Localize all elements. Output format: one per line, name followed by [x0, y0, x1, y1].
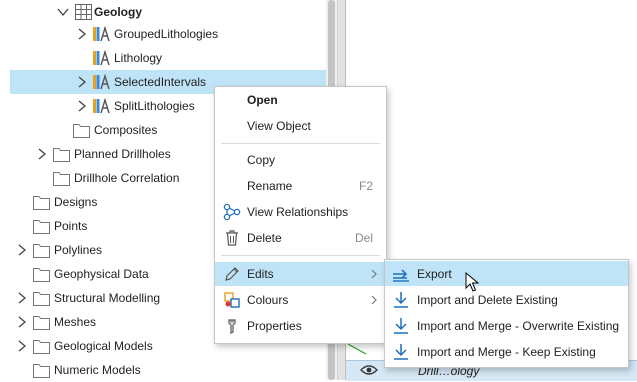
- menu-item-label: Rename: [247, 179, 293, 193]
- chevron-right-icon[interactable]: [16, 340, 28, 352]
- pencil-icon: [225, 267, 239, 281]
- menu-item-label: View Object: [247, 119, 311, 133]
- menu-item-open[interactable]: Open: [215, 88, 386, 112]
- menu-item-rename[interactable]: Rename F2: [215, 174, 386, 198]
- properties-icon: [228, 319, 236, 334]
- submenu-item-label: Export: [417, 267, 452, 281]
- trash-icon: [226, 230, 238, 246]
- tree-label: SplitLithologies: [114, 99, 195, 113]
- folder-icon: [33, 244, 50, 258]
- tree-label: Numeric Models: [54, 363, 141, 377]
- tree-row-geology[interactable]: Geology: [0, 0, 326, 24]
- tree-label: Geological Models: [54, 339, 153, 353]
- submenu-item-import-delete[interactable]: Import and Delete Existing: [385, 287, 628, 312]
- lithology-table-icon: [93, 74, 110, 90]
- folder-icon: [33, 220, 50, 234]
- menu-item-view-relationships[interactable]: View Relationships: [215, 200, 386, 224]
- chevron-right-icon[interactable]: [76, 100, 88, 112]
- menu-item-label: View Relationships: [247, 205, 349, 219]
- folder-icon: [33, 316, 50, 330]
- folder-icon: [33, 340, 50, 354]
- tree-label: SelectedIntervals: [114, 75, 207, 89]
- tree-label: Structural Modelling: [54, 291, 161, 305]
- tree-row-lithology[interactable]: Lithology: [0, 46, 326, 70]
- lithology-table-icon: [93, 50, 110, 66]
- import-icon: [394, 344, 408, 360]
- menu-item-label: Properties: [247, 319, 302, 333]
- tree-label: Drillhole Correlation: [74, 171, 180, 185]
- lithology-table-icon: [93, 26, 110, 42]
- submenu-item-export[interactable]: Export: [385, 261, 628, 286]
- submenu-arrow-icon: [371, 269, 377, 279]
- menu-item-label: Edits: [247, 267, 274, 281]
- import-icon: [394, 292, 408, 308]
- folder-icon: [53, 172, 70, 186]
- tree-label: Geology: [94, 5, 143, 19]
- chevron-right-icon[interactable]: [76, 76, 88, 88]
- menu-item-view-object[interactable]: View Object: [215, 114, 386, 138]
- colours-icon: [224, 292, 240, 308]
- menu-item-label: Colours: [247, 293, 289, 307]
- tree-label: Points: [54, 219, 88, 233]
- menu-item-label: Delete: [247, 231, 282, 245]
- tree-label: Meshes: [54, 315, 97, 329]
- chevron-down-icon[interactable]: [57, 6, 69, 18]
- folder-icon: [33, 268, 50, 282]
- menu-separator: [221, 255, 380, 256]
- tree-label: Lithology: [114, 51, 163, 65]
- menu-shortcut: F2: [358, 179, 373, 193]
- chevron-right-icon[interactable]: [16, 316, 28, 328]
- submenu-item-import-merge-keep[interactable]: Import and Merge - Keep Existing: [385, 339, 628, 364]
- chevron-right-icon[interactable]: [36, 148, 48, 160]
- tree-label: Designs: [54, 195, 98, 209]
- folder-icon: [53, 148, 70, 162]
- tree-row-numeric-models[interactable]: Numeric Models: [0, 358, 326, 382]
- tree-label: Polylines: [54, 243, 103, 257]
- export-icon: [393, 269, 409, 282]
- submenu-item-label: Import and Merge - Overwrite Existing: [417, 319, 620, 333]
- submenu-item-label: Import and Delete Existing: [417, 293, 558, 307]
- menu-item-edits[interactable]: Edits: [215, 262, 386, 286]
- menu-item-copy[interactable]: Copy: [215, 148, 386, 172]
- import-icon: [394, 318, 408, 334]
- mouse-cursor-icon: [465, 272, 479, 292]
- lithology-table-icon: [93, 98, 110, 114]
- eye-icon[interactable]: [360, 364, 378, 376]
- edits-submenu: Export Import and Delete Existing Import…: [384, 259, 629, 368]
- folder-icon: [33, 196, 50, 210]
- chevron-right-icon[interactable]: [16, 292, 28, 304]
- folder-icon: [73, 124, 90, 138]
- folder-icon: [33, 292, 50, 306]
- submenu-item-import-merge-overwrite[interactable]: Import and Merge - Overwrite Existing: [385, 313, 628, 338]
- table-icon: [75, 4, 92, 20]
- relationships-icon: [223, 203, 241, 221]
- tree-label: Planned Drillholes: [74, 147, 171, 161]
- folder-icon: [33, 364, 50, 378]
- tree-row-grouped-lithologies[interactable]: GroupedLithologies: [0, 22, 326, 46]
- tree-label: Geophysical Data: [54, 267, 149, 281]
- tree-label: GroupedLithologies: [114, 27, 219, 41]
- submenu-item-label: Import and Merge - Keep Existing: [417, 345, 596, 359]
- context-menu: Open View Object Copy Rename F2 View Rel…: [214, 86, 387, 344]
- menu-shortcut: Del: [354, 231, 373, 245]
- menu-separator: [221, 143, 380, 144]
- chevron-right-icon[interactable]: [16, 244, 28, 256]
- chevron-right-icon[interactable]: [76, 28, 88, 40]
- menu-item-delete[interactable]: Delete Del: [215, 226, 386, 250]
- submenu-arrow-icon: [371, 295, 377, 305]
- menu-item-label: Copy: [247, 153, 276, 167]
- menu-item-colours[interactable]: Colours: [215, 288, 386, 312]
- menu-item-label: Open: [247, 93, 278, 107]
- tree-label: Composites: [94, 123, 158, 137]
- menu-item-properties[interactable]: Properties: [215, 314, 386, 338]
